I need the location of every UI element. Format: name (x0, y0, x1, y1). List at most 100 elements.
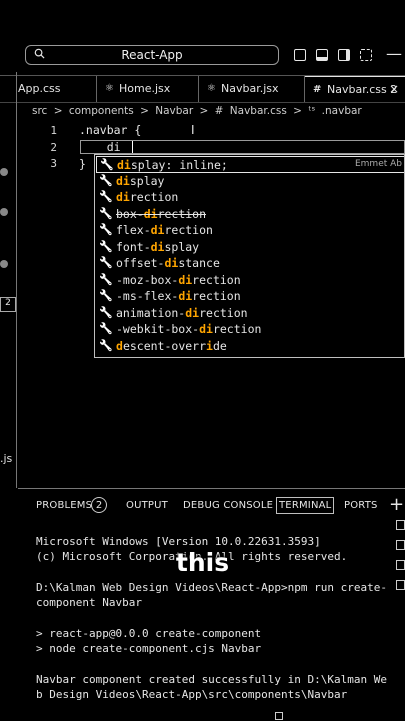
sidebar-file-fragment[interactable]: .js (0, 452, 12, 465)
breadcrumb-separator: > (140, 105, 149, 117)
sidebar-count-badge: 2 (0, 297, 16, 312)
symbol-icon: ᵗˢ (308, 105, 316, 117)
sidebar-marker (0, 260, 8, 268)
suggestion-item[interactable]: 🔧 -ms-flex-direction (96, 288, 404, 305)
suggestion-item[interactable]: 🔧 descent-override (96, 338, 404, 355)
suggestion-item[interactable]: 🔧 box-direction (96, 206, 404, 223)
toggle-secondary-sidebar-icon[interactable] (338, 49, 350, 61)
react-icon: ⚛ (207, 83, 216, 94)
code-line[interactable]: } (79, 157, 86, 171)
terminal-line: > react-app@0.0.0 create-component (36, 627, 262, 640)
suggestion-item[interactable]: 🔧 offset-distance (96, 255, 404, 272)
breadcrumb: src > components > Navbar > # Navbar.css… (32, 105, 365, 117)
wrench-icon: 🔧 (99, 289, 113, 302)
suggestion-item[interactable]: 🔧 flex-direction (96, 222, 404, 239)
toggle-primary-sidebar-icon[interactable] (294, 49, 306, 61)
line-number: 3 (50, 157, 57, 170)
tab-navbar-css[interactable]: # Navbar.css 2 × (305, 76, 405, 102)
wrench-icon: 🔧 (99, 206, 113, 220)
suggestion-label: descent-override (116, 338, 227, 353)
suggestion-label: animation-direction (116, 305, 248, 320)
tab-app-css[interactable]: App.css (0, 76, 97, 102)
breadcrumb-file[interactable]: Navbar.css (230, 105, 287, 117)
sidebar-border (16, 72, 17, 488)
tab-debug-console[interactable]: DEBUG CONSOLE (183, 500, 273, 511)
current-line-highlight (80, 140, 405, 154)
suggestion-item[interactable]: 🔧 animation-direction (96, 305, 404, 322)
tab-ports[interactable]: PORTS (344, 500, 378, 511)
sidebar-marker (0, 168, 8, 176)
react-icon: ⚛ (105, 83, 114, 94)
code-line[interactable]: di (79, 140, 121, 154)
panel-tabs: PROBLEMS 2 OUTPUT DEBUG CONSOLE TERMINAL… (18, 494, 405, 519)
breadcrumb-separator: > (53, 105, 63, 117)
suggestion-detail: Emmet Ab (354, 159, 402, 169)
breadcrumb-components[interactable]: components (69, 105, 134, 117)
tab-navbar-jsx[interactable]: ⚛ Navbar.jsx (199, 76, 305, 102)
new-terminal-button[interactable]: + (389, 494, 404, 515)
suggestion-label: box-direction (116, 206, 207, 221)
tab-label: Navbar.css 2 (327, 83, 398, 96)
css-hash-icon: # (214, 105, 224, 117)
window-title: React-App (121, 48, 183, 62)
suggestion-item[interactable]: 🔧 display (96, 173, 404, 190)
suggestion-item[interactable]: 🔧 -moz-box-direction (96, 272, 404, 289)
status-item-icon (275, 712, 283, 720)
suggestion-label: display (116, 173, 165, 188)
suggestion-label: -webkit-box-direction (116, 322, 262, 336)
suggestion-label: font-display (116, 239, 200, 254)
wrench-icon: 🔧 (99, 190, 113, 203)
toggle-panel-icon[interactable] (316, 49, 328, 61)
terminal-instance-icon[interactable] (396, 520, 405, 530)
command-center[interactable]: React-App (25, 45, 279, 65)
terminal-line: D:\Kalman Web Design Videos\React-App>np… (36, 581, 387, 594)
line-number: 1 (50, 124, 57, 137)
terminal-line: Microsoft Windows [Version 10.0.22631.35… (36, 535, 321, 548)
editor-tabs: App.css ⚛ Home.jsx ⚛ Navbar.jsx # Navbar… (0, 75, 405, 103)
tab-label: App.css (18, 82, 61, 95)
wrench-icon: 🔧 (99, 223, 113, 236)
suggest-widget[interactable]: 🔧 display: inline; Emmet Ab 🔧 display 🔧 direct… (94, 154, 405, 358)
video-caption: this (175, 548, 230, 577)
suggestion-label: -ms-flex-direction (116, 289, 241, 303)
tab-output[interactable]: OUTPUT (126, 500, 168, 511)
terminal-instance-icon[interactable] (396, 580, 405, 590)
close-icon[interactable]: × (389, 82, 399, 96)
wrench-icon: 🔧 (99, 173, 113, 187)
code-line[interactable]: .navbar { (79, 123, 141, 137)
terminal-line: b Design Videos\React-App\src\components… (36, 688, 348, 701)
wrench-icon: 🔧 (99, 322, 113, 335)
mouse-cursor-icon: I (191, 123, 195, 137)
suggestion-label: display: inline; (117, 158, 228, 172)
breadcrumb-src[interactable]: src (32, 105, 47, 117)
css-hash-icon: # (313, 84, 322, 95)
minimize-icon[interactable]: — (386, 44, 402, 63)
breadcrumb-separator: > (199, 105, 209, 117)
tab-label: Home.jsx (119, 82, 171, 95)
sidebar-marker (0, 208, 8, 216)
problems-count-badge: 2 (91, 497, 107, 513)
wrench-icon: 🔧 (99, 305, 113, 319)
tab-home-jsx[interactable]: ⚛ Home.jsx (97, 76, 199, 102)
text-cursor (132, 141, 133, 153)
breadcrumb-separator: > (293, 105, 302, 117)
terminal-line: Navbar component created successfully in… (36, 673, 387, 686)
wrench-icon: 🔧 (99, 272, 113, 286)
suggestion-item[interactable]: 🔧 direction (96, 189, 404, 206)
wrench-icon: 🔧 (100, 158, 114, 171)
tab-terminal[interactable]: TERMINAL (276, 497, 335, 514)
wrench-icon: 🔧 (99, 256, 113, 269)
suggestion-label: flex-direction (116, 223, 213, 237)
suggestion-item[interactable]: 🔧 -webkit-box-direction (96, 321, 404, 338)
tab-problems[interactable]: PROBLEMS (36, 500, 92, 511)
wrench-icon: 🔧 (99, 338, 113, 352)
suggestion-item[interactable]: 🔧 font-display (96, 239, 404, 256)
breadcrumb-selector[interactable]: .navbar (322, 105, 362, 117)
suggestion-item[interactable]: 🔧 display: inline; Emmet Ab (96, 156, 404, 173)
suggestion-label: direction (116, 190, 179, 204)
customize-layout-icon[interactable] (360, 49, 372, 61)
wrench-icon: 🔧 (99, 239, 113, 253)
breadcrumb-navbar-folder[interactable]: Navbar (155, 105, 193, 117)
tab-label: Navbar.jsx (221, 82, 279, 95)
terminal-line: > node create-component.cjs Navbar (36, 642, 262, 655)
